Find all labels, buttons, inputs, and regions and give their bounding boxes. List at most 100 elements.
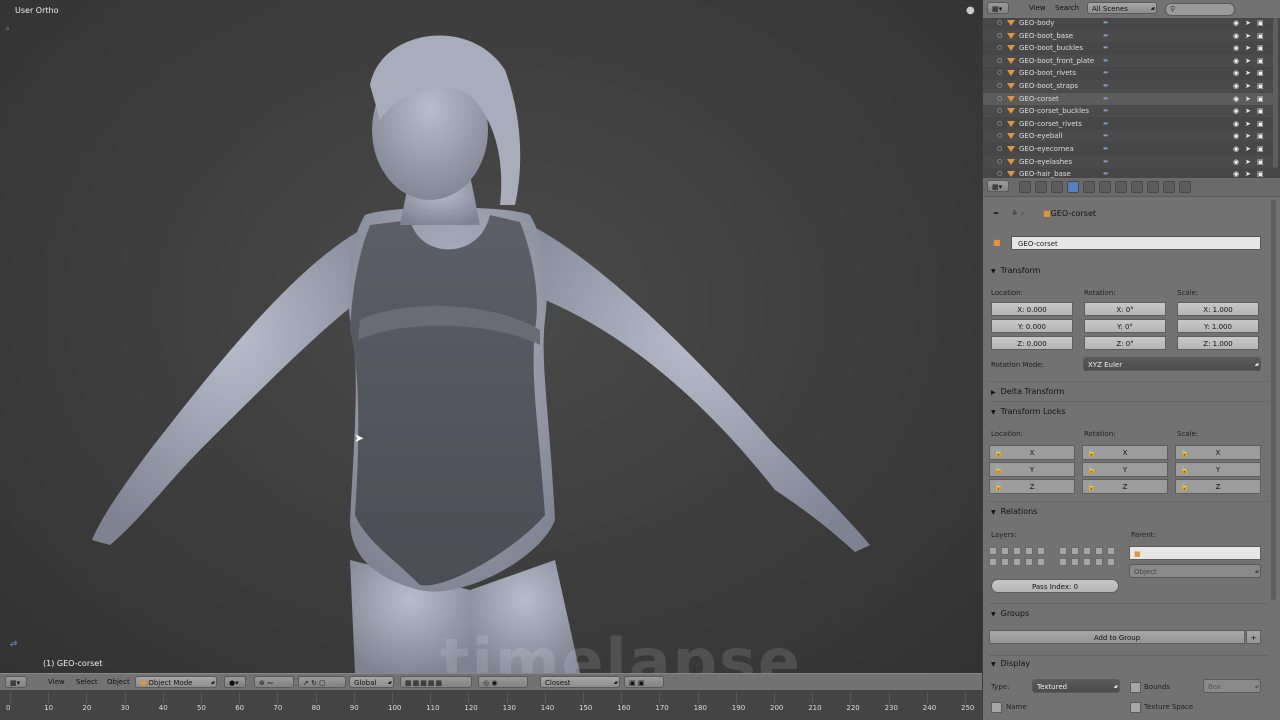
object-name-field[interactable]: GEO-corset	[1011, 236, 1261, 250]
render-camera-icon[interactable]: ▣	[1257, 30, 1264, 42]
viewport-corner-icon[interactable]: ●	[966, 5, 975, 16]
selectable-arrow-icon[interactable]: ➤	[1245, 67, 1251, 79]
layer-button[interactable]	[1001, 558, 1009, 566]
tab-scene[interactable]	[1051, 181, 1063, 193]
visibility-eye-icon[interactable]: ◉	[1233, 80, 1239, 92]
outliner-item[interactable]: ○ GEO-corset ✒ ◉ ➤ ▣	[983, 92, 1273, 105]
lock-rotation-y-toggle[interactable]: 🔓 Y	[1082, 462, 1168, 477]
location-y-field[interactable]: Y: 0.000	[991, 319, 1073, 333]
expand-icon[interactable]: ○	[997, 105, 1002, 117]
render-camera-icon[interactable]: ▣	[1257, 55, 1264, 67]
expand-icon[interactable]: ○	[997, 80, 1002, 92]
tab-modifiers[interactable]	[1099, 181, 1111, 193]
selectable-arrow-icon[interactable]: ➤	[1245, 17, 1251, 29]
render-camera-icon[interactable]: ▣	[1257, 118, 1264, 130]
layer-button[interactable]	[1037, 547, 1045, 555]
orientation-selector[interactable]: Global	[349, 676, 394, 689]
outliner-item[interactable]: ○ GEO-corset_rivets ✒ ◉ ➤ ▣	[983, 118, 1273, 130]
add-group-plus-icon[interactable]: +	[1246, 630, 1261, 644]
selectable-arrow-icon[interactable]: ➤	[1245, 55, 1251, 67]
render-camera-icon[interactable]: ▣	[1257, 143, 1264, 155]
lock-scale-x-toggle[interactable]: 🔓 X	[1175, 445, 1261, 460]
bounds-checkbox[interactable]	[1130, 682, 1141, 693]
bounds-type-select[interactable]: Box	[1203, 679, 1261, 694]
selectable-arrow-icon[interactable]: ➤	[1245, 30, 1251, 42]
location-z-field[interactable]: Z: 0.000	[991, 336, 1073, 350]
modifier-icon[interactable]: ✒	[1103, 30, 1109, 42]
visibility-eye-icon[interactable]: ◉	[1233, 118, 1239, 130]
properties-editor-type[interactable]: ▦▾	[987, 180, 1009, 192]
tab-render[interactable]	[1019, 181, 1031, 193]
layer-button[interactable]	[1107, 558, 1115, 566]
texture-space-checkbox[interactable]	[1130, 702, 1141, 713]
parent-field[interactable]: ■	[1129, 546, 1261, 560]
lock-scale-y-toggle[interactable]: 🔓 Y	[1175, 462, 1261, 477]
layer-button[interactable]	[1071, 558, 1079, 566]
lock-location-x-toggle[interactable]: 🔓 X	[989, 445, 1075, 460]
expand-icon[interactable]: ○	[997, 17, 1002, 29]
outliner-item[interactable]: ○ GEO-boot_straps ✒ ◉ ➤ ▣	[983, 80, 1273, 92]
modifier-icon[interactable]: ✒	[1103, 42, 1109, 54]
modifier-icon[interactable]: ✒	[1103, 93, 1109, 105]
modifier-icon[interactable]: ✒	[1103, 118, 1109, 130]
layer-button[interactable]	[1107, 547, 1115, 555]
tab-material[interactable]	[1131, 181, 1143, 193]
selectable-arrow-icon[interactable]: ➤	[1245, 42, 1251, 54]
display-panel-title[interactable]: Display	[991, 659, 1031, 668]
render-camera-icon[interactable]: ▣	[1257, 80, 1264, 92]
view-menu[interactable]: View	[48, 676, 65, 688]
lock-location-y-toggle[interactable]: 🔓 Y	[989, 462, 1075, 477]
modifier-icon[interactable]: ✒	[1103, 143, 1109, 155]
lock-rotation-x-toggle[interactable]: 🔓 X	[1082, 445, 1168, 460]
expand-icon[interactable]: ○	[997, 55, 1002, 67]
add-to-group-button[interactable]: Add to Group	[989, 630, 1245, 644]
selectable-arrow-icon[interactable]: ➤	[1245, 93, 1251, 105]
outliner-editor-type[interactable]: ▦▾	[987, 2, 1009, 14]
select-menu[interactable]: Select	[76, 676, 98, 688]
transform-locks-panel-title[interactable]: Transform Locks	[991, 407, 1066, 416]
layer-button[interactable]	[1095, 547, 1103, 555]
editor-type-button[interactable]: ▦▾	[5, 676, 27, 688]
outliner-view-menu[interactable]: View	[1029, 2, 1046, 14]
visibility-eye-icon[interactable]: ◉	[1233, 55, 1239, 67]
outliner-scrollbar[interactable]	[1273, 18, 1278, 168]
outliner-item[interactable]: ○ GEO-eyecornea ✒ ◉ ➤ ▣	[983, 143, 1273, 155]
expand-icon[interactable]: ○	[997, 118, 1002, 130]
timeline-ruler[interactable]: 0 10 20 30 40 50 60 70 80 90 100 110 120 130 140 150 160…	[0, 690, 982, 720]
layer-button[interactable]	[1083, 547, 1091, 555]
3d-viewport[interactable]: User Ortho (1) GEO-corset ◦ ● ⥄ ➤ timela…	[0, 0, 982, 673]
outliner-search-menu[interactable]: Search	[1055, 2, 1079, 14]
visibility-eye-icon[interactable]: ◉	[1233, 105, 1239, 117]
render-camera-icon[interactable]: ▣	[1257, 156, 1264, 168]
expand-icon[interactable]: ○	[997, 93, 1002, 105]
parent-type-select[interactable]: Object	[1129, 564, 1261, 579]
render-camera-icon[interactable]: ▣	[1257, 67, 1264, 79]
layer-button[interactable]	[1083, 558, 1091, 566]
pin-icon[interactable]: ✒	[993, 209, 1000, 218]
expand-icon[interactable]: ○	[997, 67, 1002, 79]
rotation-mode-select[interactable]: XYZ Euler	[1083, 357, 1261, 372]
visibility-eye-icon[interactable]: ◉	[1233, 67, 1239, 79]
expand-icon[interactable]: ○	[997, 130, 1002, 142]
location-x-field[interactable]: X: 0.000	[991, 302, 1073, 316]
layer-buttons[interactable]: ▦▦▦▦▦	[400, 676, 472, 688]
outliner-item[interactable]: ○ GEO-eyelashes ✒ ◉ ➤ ▣	[983, 155, 1273, 168]
relations-panel-title[interactable]: Relations	[991, 507, 1038, 516]
visibility-eye-icon[interactable]: ◉	[1233, 17, 1239, 29]
shading-button[interactable]: ●▾	[224, 676, 246, 688]
snap-selector[interactable]: Closest	[540, 676, 620, 689]
delta-transform-panel-title[interactable]: Delta Transform	[991, 387, 1065, 396]
modifier-icon[interactable]: ✒	[1103, 80, 1109, 92]
character-model[interactable]	[0, 0, 982, 673]
modifier-icon[interactable]: ✒	[1103, 17, 1109, 29]
tab-render-layers[interactable]	[1035, 181, 1047, 193]
layer-button[interactable]	[989, 547, 997, 555]
modifier-icon[interactable]: ✒	[1103, 168, 1109, 178]
rotation-z-field[interactable]: Z: 0°	[1084, 336, 1166, 350]
modifier-icon[interactable]: ✒	[1103, 105, 1109, 117]
layer-button[interactable]	[1059, 547, 1067, 555]
lock-scale-z-toggle[interactable]: 🔓 Z	[1175, 479, 1261, 494]
selectable-arrow-icon[interactable]: ➤	[1245, 118, 1251, 130]
layer-button[interactable]	[1025, 558, 1033, 566]
mode-selector[interactable]: ● Object Mode	[135, 676, 217, 689]
